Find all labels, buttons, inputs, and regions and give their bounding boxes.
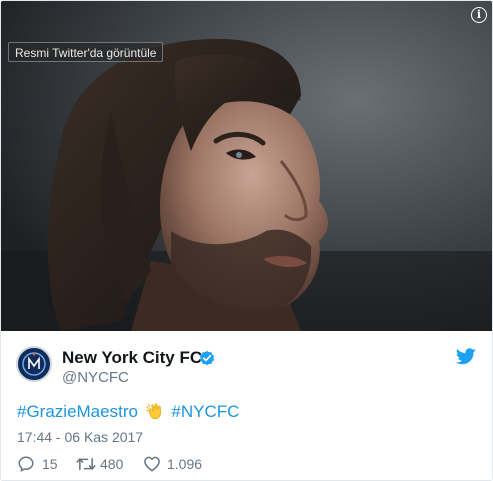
embedded-tweet-card: Resmi Twitter'da görüntüle i New York Ci… (0, 0, 493, 481)
hashtag-graziemaestro-link[interactable]: #GrazieMaestro (17, 402, 138, 421)
twitter-bird-icon[interactable] (456, 348, 476, 365)
retweet-icon (76, 457, 96, 471)
hashtag-nycfc-link[interactable]: #NYCFC (171, 402, 239, 421)
reply-icon (18, 456, 34, 472)
clapping-hands-emoji-icon (145, 403, 161, 420)
tweet-photo[interactable]: Resmi Twitter'da görüntüle i (1, 1, 492, 331)
view-on-twitter-button[interactable]: Resmi Twitter'da görüntüle (8, 42, 164, 62)
info-icon[interactable]: i (471, 7, 487, 23)
verified-badge-icon (199, 350, 215, 366)
avatar[interactable] (16, 346, 52, 382)
nycfc-crest-icon (19, 349, 49, 379)
heart-icon (144, 456, 160, 472)
retweet-count: 480 (100, 456, 124, 472)
reply-count: 15 (42, 456, 58, 472)
tweet-text: #GrazieMaestro #NYCFC (17, 402, 239, 422)
tweet-timestamp[interactable]: 17:44 - 06 Kas 2017 (17, 429, 143, 445)
like-count: 1.096 (167, 456, 203, 472)
author-handle[interactable]: @NYCFC (62, 369, 129, 386)
tweet-header: New York City FC @NYCFC (1, 331, 492, 395)
author-display-name[interactable]: New York City FC (62, 348, 202, 368)
